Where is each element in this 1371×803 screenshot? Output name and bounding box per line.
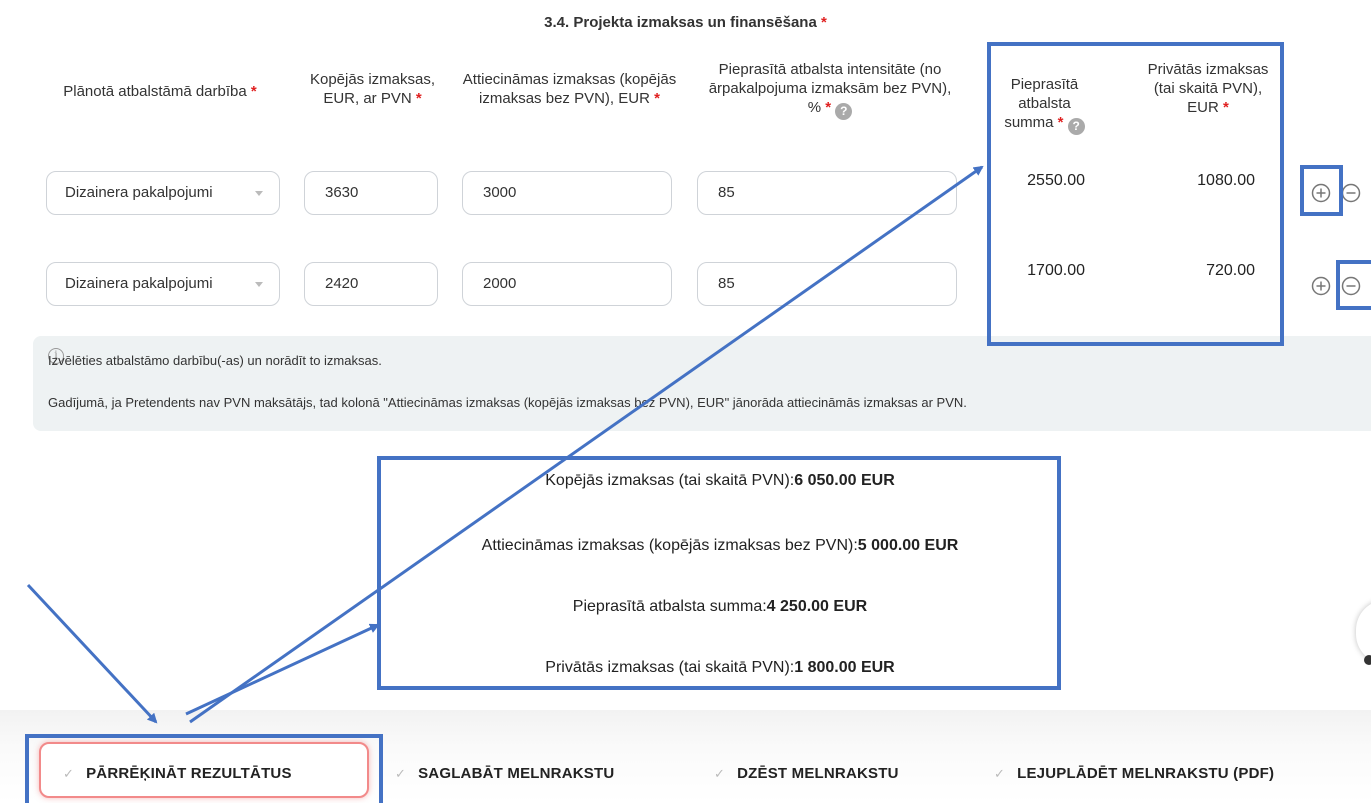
activity-select[interactable]: Dizainera pakalpojumi [46, 171, 280, 215]
intensity-input[interactable]: 85 [697, 171, 957, 215]
arrow-to-recalculate [26, 583, 158, 724]
delete-draft-text: DZĒST MELNRAKSTU [737, 765, 899, 782]
save-draft-text: SAGLABĀT MELNRAKSTU [418, 765, 615, 782]
delete-draft-button[interactable]: ✓ DZĒST MELNRAKSTU [714, 765, 899, 782]
activity-select-value: Dizainera pakalpojumi [65, 275, 213, 292]
annotation-box-summary [377, 456, 1061, 690]
annotation-box-add-icon [1300, 165, 1343, 216]
annotation-box-remove-icon [1336, 260, 1371, 310]
required-mark: * [654, 90, 660, 107]
column-header-eligible-costs-label: Attiecināmas izmaksas (kopējās izmaksas … [462, 71, 677, 107]
help-icon[interactable]: ? [835, 103, 853, 120]
section-title: 3.4. Projekta izmaksas un finansēšana * [0, 14, 1371, 31]
column-header-total-costs: Kopējās izmaksas, EUR, ar PVN * [300, 70, 445, 108]
check-icon: ✓ [994, 766, 1006, 781]
activity-select-value: Dizainera pakalpojumi [65, 184, 213, 201]
save-draft-button[interactable]: ✓ SAGLABĀT MELNRAKSTU [395, 765, 614, 782]
column-header-intensity: Pieprasītā atbalsta intensitāte (no ārpa… [705, 60, 955, 120]
download-draft-pdf-button[interactable]: ✓ LEJUPLĀDĒT MELNRAKSTU (PDF) [994, 765, 1274, 782]
total-costs-input[interactable]: 2420 [304, 262, 438, 306]
activity-select[interactable]: Dizainera pakalpojumi [46, 262, 280, 306]
chat-icon [1364, 655, 1371, 665]
required-mark: * [820, 14, 827, 31]
required-mark: * [415, 90, 422, 107]
total-costs-input[interactable]: 3630 [304, 171, 438, 215]
eligible-costs-input[interactable]: 3000 [462, 171, 672, 215]
intensity-input[interactable]: 85 [697, 262, 957, 306]
add-row-icon[interactable] [1311, 276, 1331, 296]
required-mark: * [250, 83, 257, 100]
remove-row-icon[interactable] [1341, 183, 1361, 203]
info-text-line-2: Gadījumā, ja Pretendents nav PVN maksātā… [48, 395, 967, 410]
eligible-costs-input[interactable]: 2000 [462, 262, 672, 306]
column-header-activity-label: Plānotā atbalstāmā darbība [63, 83, 247, 100]
info-text-line-1: Izvēlēties atbalstāmo darbību(-as) un no… [48, 353, 382, 368]
chevron-down-icon [255, 191, 263, 196]
annotation-box-recalculate [25, 734, 383, 803]
section-title-text: 3.4. Projekta izmaksas un finansēšana [544, 14, 817, 31]
required-mark: * [825, 99, 832, 116]
info-note: i [33, 336, 1371, 431]
column-header-activity: Plānotā atbalstāmā darbība * [60, 82, 260, 101]
chevron-down-icon [255, 282, 263, 287]
download-draft-pdf-text: LEJUPLĀDĒT MELNRAKSTU (PDF) [1017, 765, 1275, 782]
annotation-box-calculated-columns [987, 42, 1284, 346]
check-icon: ✓ [395, 766, 407, 781]
column-header-eligible-costs: Attiecināmas izmaksas (kopējās izmaksas … [462, 70, 677, 108]
arrow-to-summary [185, 623, 380, 716]
check-icon: ✓ [714, 766, 726, 781]
